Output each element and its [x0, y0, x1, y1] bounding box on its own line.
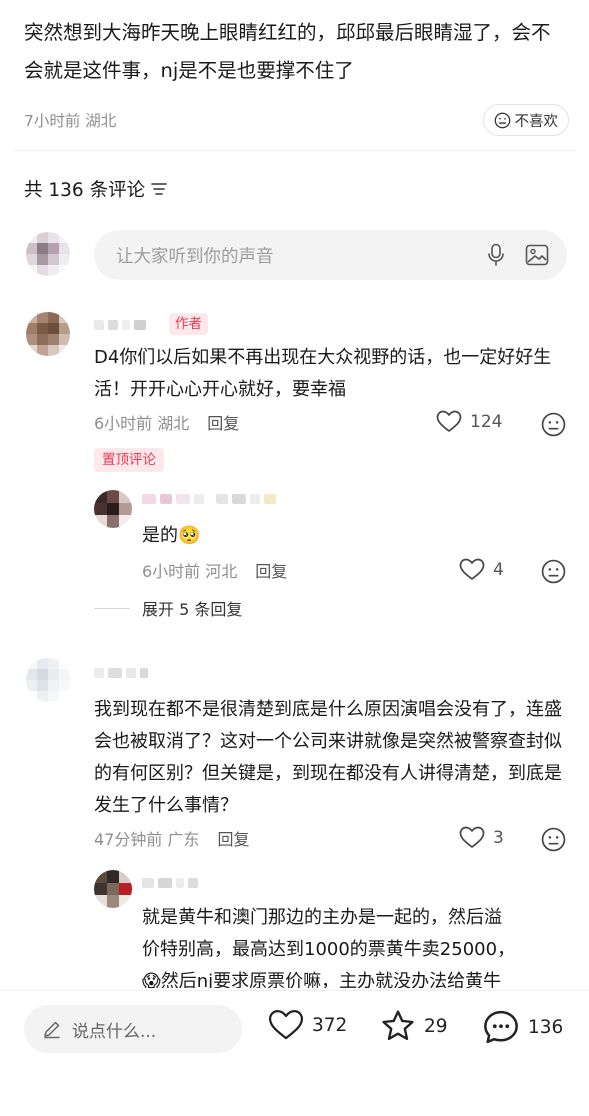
dislike-button[interactable]: 不喜欢 [482, 104, 569, 136]
post-time-location: 7小时前 湖北 [24, 112, 117, 130]
frown-face-icon[interactable] [541, 827, 566, 852]
comment-time-location: 6小时前 湖北 [94, 414, 190, 433]
username-blurred[interactable] [94, 320, 146, 330]
post-star-count: 29 [424, 1015, 448, 1037]
self-avatar [26, 232, 70, 276]
reply-button[interactable]: 回复 [207, 410, 239, 434]
sort-icon[interactable] [151, 182, 167, 196]
post-like-count: 372 [312, 1014, 348, 1036]
post-meta-row: 7小时前 湖北 不喜欢 [24, 104, 569, 136]
reply-text-line: 价特别高，最高达到1000的票黄牛卖25000， [142, 939, 516, 960]
image-icon[interactable] [525, 244, 549, 266]
heart-icon [268, 1010, 304, 1040]
comment-action-row: 6小时前 湖北 回复 [94, 408, 239, 436]
scream-emoji: 😱 [142, 971, 161, 988]
comment-input-placeholder: 让大家听到你的声音 [116, 246, 274, 267]
post-comment-button[interactable]: 136 [482, 1009, 563, 1045]
comment-count: 共 136 条评论 [24, 180, 146, 201]
username-blurred[interactable] [142, 494, 276, 504]
comment-action-row: 47分钟前 广东 回复 [94, 824, 249, 852]
comment-time-location: 47分钟前 广东 [94, 830, 200, 849]
heart-icon [459, 558, 485, 580]
username-blurred[interactable] [142, 878, 198, 888]
post-star-button[interactable]: 29 [380, 1009, 448, 1043]
dislike-label: 不喜欢 [514, 113, 559, 130]
heart-icon [436, 410, 462, 432]
reply-text-content: 是的 [142, 525, 178, 546]
reply-text[interactable]: 就是黄牛和澳门那边的主办是一起的，然后溢 价特别高，最高达到1000的票黄牛卖2… [142, 902, 567, 988]
avatar[interactable] [94, 490, 132, 528]
reply-text-line: 😱然后nj要求原票价嘛，主办就没办法给黄牛 [142, 966, 567, 988]
bottom-input-placeholder: 说点什么... [72, 1021, 157, 1042]
post-like-button[interactable]: 372 [268, 1009, 347, 1041]
reply-time-location: 6小时前 河北 [142, 562, 238, 581]
frown-face-icon[interactable] [541, 412, 566, 437]
reply-button[interactable]: 回复 [255, 558, 287, 582]
like-count: 3 [493, 827, 504, 848]
microphone-icon[interactable] [487, 243, 505, 267]
comment-text[interactable]: D4你们以后如果不再出现在大众视野的话，也一定好好生活！开开心心开心就好，要幸福 [94, 342, 564, 406]
reply-button[interactable]: 回复 [217, 826, 249, 850]
post-text: 突然想到大海昨天晚上眼睛红红的，邱邱最后眼睛湿了，会不会就是这件事，nj是不是也… [24, 21, 551, 82]
reply-action-row: 6小时前 河北 回复 [142, 556, 287, 584]
post-comment-count: 136 [528, 1016, 564, 1038]
like-button[interactable]: 4 [459, 558, 504, 581]
star-icon [382, 1010, 414, 1041]
expand-divider-line [94, 607, 130, 609]
comment-text[interactable]: 我到现在都不是很清楚到底是什么原因演唱会没有了，连盛会也被取消了？这对一个公司来… [94, 694, 564, 822]
avatar[interactable] [94, 870, 132, 908]
divider [14, 150, 575, 151]
username-blurred[interactable] [94, 668, 148, 678]
like-button[interactable]: 124 [436, 410, 502, 433]
frown-face-icon [494, 112, 510, 128]
like-button[interactable]: 3 [459, 826, 504, 849]
frown-face-icon[interactable] [541, 559, 566, 584]
avatar[interactable] [26, 312, 70, 356]
reply-text-line: 就是黄牛和澳门那边的主办是一起的，然后溢 [142, 907, 502, 928]
like-count: 124 [470, 411, 503, 432]
bottom-comment-input[interactable]: 说点什么... [24, 1005, 242, 1053]
pencil-icon [44, 1021, 60, 1039]
author-tag: 作者 [169, 313, 208, 335]
reply-text[interactable]: 是的🥺 [142, 520, 200, 552]
comment-count-row[interactable]: 共 136 条评论 [24, 174, 167, 204]
comment-bubble-icon [484, 1010, 518, 1044]
expand-replies-button[interactable]: 展开 5 条回复 [94, 596, 242, 620]
expand-replies-label: 展开 5 条回复 [142, 600, 243, 619]
bottom-action-bar: 说点什么... 372 29 136 [0, 990, 589, 1116]
heart-icon [459, 826, 485, 848]
avatar[interactable] [26, 658, 70, 702]
pleading-emoji: 🥺 [178, 525, 201, 546]
comment-input[interactable]: 让大家听到你的声音 [94, 230, 567, 280]
pinned-comment-tag: 置顶评论 [94, 448, 164, 472]
like-count: 4 [493, 559, 504, 580]
